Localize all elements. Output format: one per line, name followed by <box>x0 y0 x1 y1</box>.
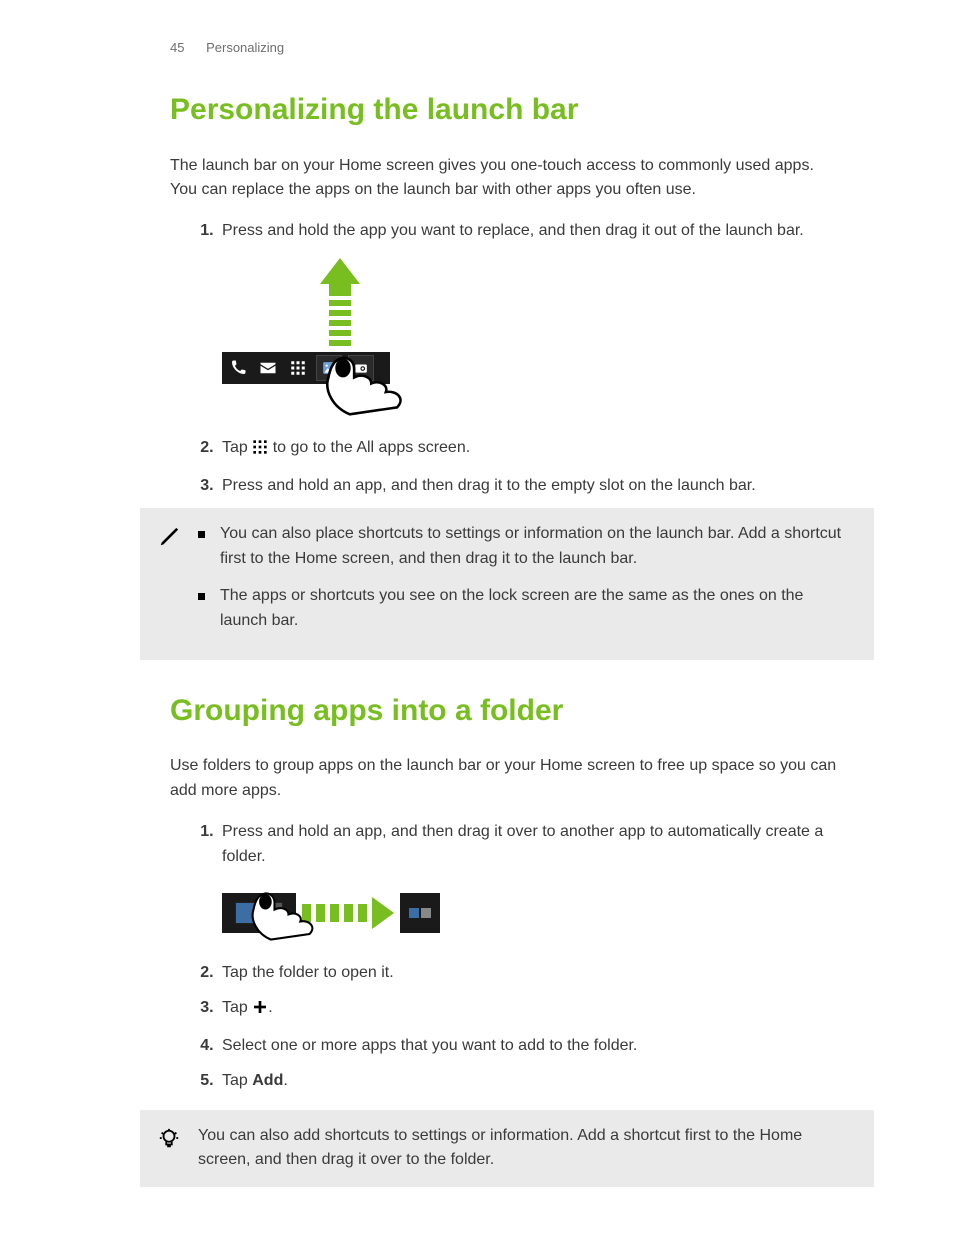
step-text-post: to go to the All apps screen. <box>268 439 470 456</box>
section1-note: You can also place shortcuts to settings… <box>140 508 874 659</box>
step-text: Press and hold an app, and then drag it … <box>222 477 756 494</box>
header-section: Personalizing <box>206 40 284 55</box>
figure-drag-to-folder <box>222 883 844 943</box>
hand-pointer-icon <box>322 356 412 416</box>
section2-title: Grouping apps into a folder <box>170 694 844 729</box>
folder-target-graphic <box>400 893 440 933</box>
section2-intro: Use folders to group apps on the launch … <box>170 754 844 804</box>
section1-steps: Press and hold the app you want to repla… <box>170 219 844 498</box>
step-text: Select one or more apps that you want to… <box>222 1037 637 1054</box>
section1-step-3: Press and hold an app, and then drag it … <box>218 474 844 499</box>
section2-tip: You can also add shortcuts to settings o… <box>140 1110 874 1188</box>
page-number: 45 <box>170 40 184 55</box>
pencil-icon <box>158 526 180 553</box>
step-text: Press and hold the app you want to repla… <box>222 222 804 239</box>
hand-pointer-icon <box>250 889 320 944</box>
section1-step-2: Tap to go to the All apps screen. <box>218 436 844 464</box>
plus-icon <box>252 999 268 1024</box>
page-header: 45 Personalizing <box>170 40 844 55</box>
phone-icon <box>226 356 250 380</box>
step-text-pre: Tap <box>222 999 252 1016</box>
step-text: Press and hold an app, and then drag it … <box>222 823 823 865</box>
section1-intro: The launch bar on your Home screen gives… <box>170 154 844 204</box>
step-text-pre: Tap <box>222 1072 252 1089</box>
section2-step-1: Press and hold an app, and then drag it … <box>218 820 844 944</box>
mail-icon <box>256 356 280 380</box>
note-bullet-2: The apps or shortcuts you see on the loc… <box>198 584 854 634</box>
section2-step-2: Tap the folder to open it. <box>218 961 844 986</box>
tip-text: You can also add shortcuts to settings o… <box>198 1124 854 1174</box>
step-text-post: . <box>283 1072 287 1089</box>
step-text-bold: Add <box>252 1072 283 1089</box>
lightbulb-icon <box>158 1128 180 1159</box>
section1-step-1: Press and hold the app you want to repla… <box>218 219 844 418</box>
step-text: Tap the folder to open it. <box>222 964 394 981</box>
note-bullet-1: You can also place shortcuts to settings… <box>198 522 854 572</box>
section2-steps: Press and hold an app, and then drag it … <box>170 820 844 1094</box>
section1-title: Personalizing the launch bar <box>170 93 844 128</box>
arrow-up-icon <box>320 258 360 350</box>
apps-grid-icon <box>286 356 310 380</box>
step-text-pre: Tap <box>222 439 252 456</box>
all-apps-icon <box>252 439 268 464</box>
section2-step-5: Tap Add. <box>218 1069 844 1094</box>
figure-drag-out <box>222 258 844 418</box>
section2-step-4: Select one or more apps that you want to… <box>218 1034 844 1059</box>
step-text-post: . <box>268 999 272 1016</box>
section2-step-3: Tap . <box>218 996 844 1024</box>
